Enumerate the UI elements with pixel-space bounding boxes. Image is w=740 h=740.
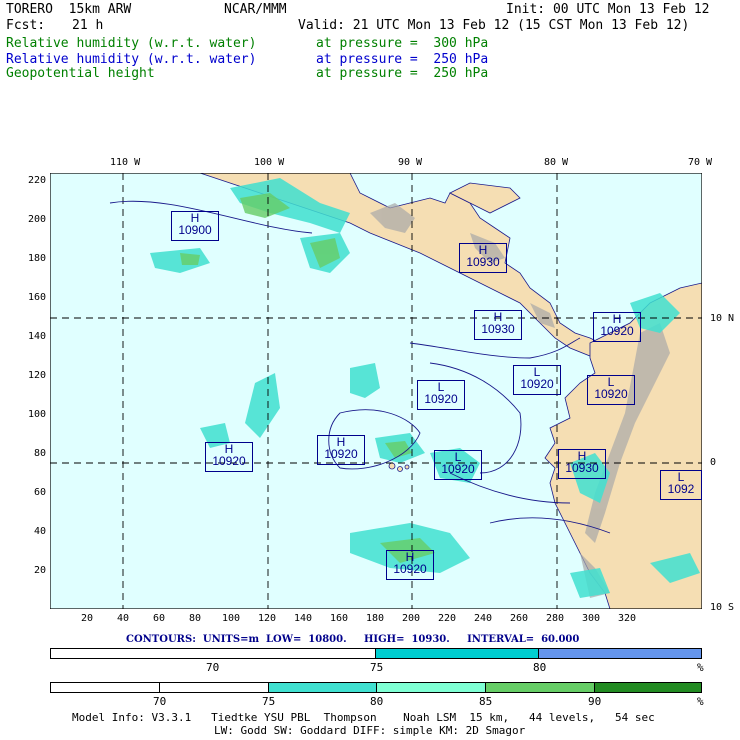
lon-label-70w: 70 W	[688, 157, 713, 168]
y-tick: 80	[33, 448, 46, 459]
x-tick: 100	[222, 613, 241, 624]
colorbar-segment	[377, 683, 486, 692]
colorbar-250hPa	[50, 648, 702, 659]
y-tick: 120	[27, 370, 46, 381]
y-tick: 100	[27, 409, 46, 420]
pressure-center-high: H 10930	[459, 243, 507, 273]
x-tick: 80	[189, 613, 202, 624]
pressure-center-high: H 10920	[317, 435, 365, 465]
colorbar-tick: 75	[370, 661, 384, 674]
lon-label-90w: 90 W	[398, 157, 423, 168]
colorbar-tick: 90	[588, 695, 602, 708]
init-time: Init: 00 UTC Mon 13 Feb 12	[506, 2, 710, 17]
colorbar-segment	[539, 649, 701, 658]
pressure-center-low: L 10920	[587, 375, 635, 405]
colorbar-segment	[51, 683, 160, 692]
lon-label-80w: 80 W	[544, 157, 569, 168]
x-tick: 280	[546, 613, 565, 624]
x-tick: 300	[582, 613, 601, 624]
colorbar-segment	[486, 683, 595, 692]
colorbar-tick: %	[697, 661, 704, 674]
pressure-center-high: H 10900	[171, 211, 219, 241]
valid-time: Valid: 21 UTC Mon 13 Feb 12 (15 CST Mon …	[298, 18, 690, 33]
forecast-hour: 21 h	[72, 18, 104, 33]
colorbar-tick: 80	[370, 695, 384, 708]
x-tick: 200	[402, 613, 421, 624]
y-tick: 140	[27, 331, 46, 342]
x-tick: 40	[117, 613, 130, 624]
colorbar-segment	[51, 649, 376, 658]
colorbar-segment	[376, 649, 539, 658]
y-tick: 20	[33, 565, 46, 576]
field-1-level: at pressure = 300 hPa	[316, 36, 489, 51]
x-tick: 240	[474, 613, 493, 624]
model-info-line-2: LW: Godd SW: Goddard DIFF: simple KM: 2D…	[214, 724, 526, 737]
model-info-line-1: Model Info: V3.3.1 Tiedtke YSU PBL Thomp…	[72, 711, 655, 724]
y-tick: 160	[27, 292, 46, 303]
field-3-level: at pressure = 250 hPa	[316, 66, 489, 81]
pressure-center-high: H 10930	[558, 449, 606, 479]
field-3-name: Geopotential height	[6, 66, 155, 81]
y-tick: 60	[33, 487, 46, 498]
colorbar-tick: 85	[479, 695, 493, 708]
y-tick: 180	[27, 253, 46, 264]
colorbar-segment	[269, 683, 377, 692]
x-tick: 120	[258, 613, 277, 624]
y-tick: 200	[27, 214, 46, 225]
field-1-name: Relative humidity (w.r.t. water)	[6, 36, 257, 51]
pressure-center-high: H 10930	[474, 310, 522, 340]
colorbar-tick: 80	[533, 661, 547, 674]
colorbar-segment	[160, 683, 269, 692]
pressure-center-high: H 10920	[205, 442, 253, 472]
lon-label-100w: 100 W	[254, 157, 285, 168]
pressure-center-low: L 1092	[660, 470, 702, 500]
x-tick: 320	[618, 613, 637, 624]
lat-label-0: 0	[710, 457, 717, 468]
pressure-center-low: L 10920	[434, 450, 482, 480]
y-tick: 40	[33, 526, 46, 537]
colorbar-tick: 70	[153, 695, 167, 708]
organization: NCAR/MMM	[224, 2, 287, 17]
colorbar-tick: 70	[206, 661, 220, 674]
contours-info: CONTOURS: UNITS=m LOW= 10800. HIGH= 1093…	[126, 634, 580, 645]
x-tick: 220	[438, 613, 457, 624]
lat-label-10s: 10 S	[710, 602, 735, 613]
x-tick: 140	[294, 613, 313, 624]
pressure-center-high: H 10920	[386, 550, 434, 580]
pressure-center-low: L 10920	[417, 380, 465, 410]
colorbar-tick: 75	[262, 695, 276, 708]
pressure-center-low: L 10920	[513, 365, 561, 395]
colorbar-300hPa	[50, 682, 702, 693]
model-name: TORERO 15km ARW	[6, 2, 132, 17]
x-tick: 260	[510, 613, 529, 624]
pressure-center-high: H 10920	[593, 312, 641, 342]
forecast-label: Fcst:	[6, 18, 46, 33]
lon-label-110w: 110 W	[110, 157, 141, 168]
lat-label-10n: 10 N	[710, 313, 735, 324]
colorbar-tick: %	[697, 695, 704, 708]
x-tick: 60	[153, 613, 166, 624]
y-tick: 220	[27, 175, 46, 186]
x-tick: 160	[330, 613, 349, 624]
x-tick: 20	[81, 613, 94, 624]
colorbar-segment	[595, 683, 701, 692]
x-tick: 180	[366, 613, 385, 624]
